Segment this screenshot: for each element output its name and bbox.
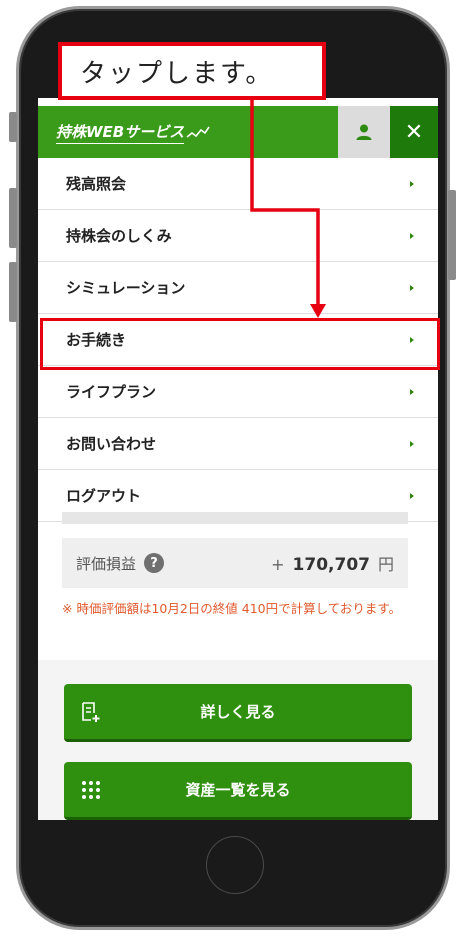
chevron-right-icon	[410, 284, 414, 291]
gain-label: 評価損益	[76, 554, 137, 573]
asset-list-label: 資産一覧を見る	[185, 781, 291, 799]
menu-item-life-plan[interactable]: ライフプラン	[38, 366, 438, 418]
header-bar: 持株WEBサービス ✕	[38, 106, 438, 158]
menu-item-contact[interactable]: お問い合わせ	[38, 418, 438, 470]
chevron-right-icon	[410, 492, 414, 499]
home-button[interactable]	[206, 836, 264, 894]
power-button	[448, 190, 456, 280]
valuation-gain-row: 評価損益 ? + 170,707 円	[62, 538, 408, 588]
menu-item-label: ログアウト	[66, 487, 142, 505]
asset-list-button[interactable]: 資産一覧を見る	[64, 762, 412, 820]
grid-icon	[82, 781, 100, 799]
annotation-callout: タップします。	[58, 42, 326, 100]
user-icon	[356, 124, 372, 140]
brand-logo[interactable]: 持株WEBサービス	[38, 106, 338, 158]
menu-item-label: シミュレーション	[66, 279, 186, 297]
help-icon[interactable]: ?	[144, 553, 165, 573]
wave-icon	[186, 126, 210, 138]
chevron-right-icon	[410, 388, 414, 395]
callout-text: タップします。	[80, 58, 274, 89]
gain-number: 170,707	[292, 555, 370, 575]
brand-name: 持株WEBサービス	[56, 121, 185, 144]
gain-amount: + 170,707 円	[271, 551, 394, 575]
menu-item-label: 持株会のしくみ	[66, 227, 172, 245]
document-add-icon	[82, 702, 100, 722]
highlight-box	[40, 318, 440, 370]
menu-item-label: 残高照会	[66, 175, 127, 193]
view-details-button[interactable]: 詳しく見る	[64, 684, 412, 742]
gain-sign: +	[271, 555, 285, 574]
user-button[interactable]	[338, 106, 390, 158]
menu-item-simulation[interactable]: シミュレーション	[38, 262, 438, 314]
close-button[interactable]: ✕	[390, 106, 438, 158]
divider-strip	[62, 512, 408, 524]
view-details-label: 詳しく見る	[200, 703, 276, 721]
mute-switch	[9, 112, 17, 142]
close-icon: ✕	[404, 119, 424, 145]
menu-item-label: お問い合わせ	[66, 435, 157, 453]
chevron-right-icon	[410, 232, 414, 239]
chevron-right-icon	[410, 440, 414, 447]
volume-down-button	[9, 262, 17, 322]
menu-item-label: ライフプラン	[66, 383, 157, 401]
menu-item-balance[interactable]: 残高照会	[38, 158, 438, 210]
phone-screen: 持株WEBサービス ✕ 残高照会 持株会のしくみ シミュレーション お手続き ラ…	[38, 98, 438, 820]
volume-up-button	[9, 188, 17, 248]
chevron-right-icon	[410, 180, 414, 187]
gain-unit: 円	[377, 555, 394, 574]
menu-item-mechanism[interactable]: 持株会のしくみ	[38, 210, 438, 262]
valuation-note: ※ 時価評価額は10月2日の終値 410円で計算しております。	[62, 601, 402, 616]
